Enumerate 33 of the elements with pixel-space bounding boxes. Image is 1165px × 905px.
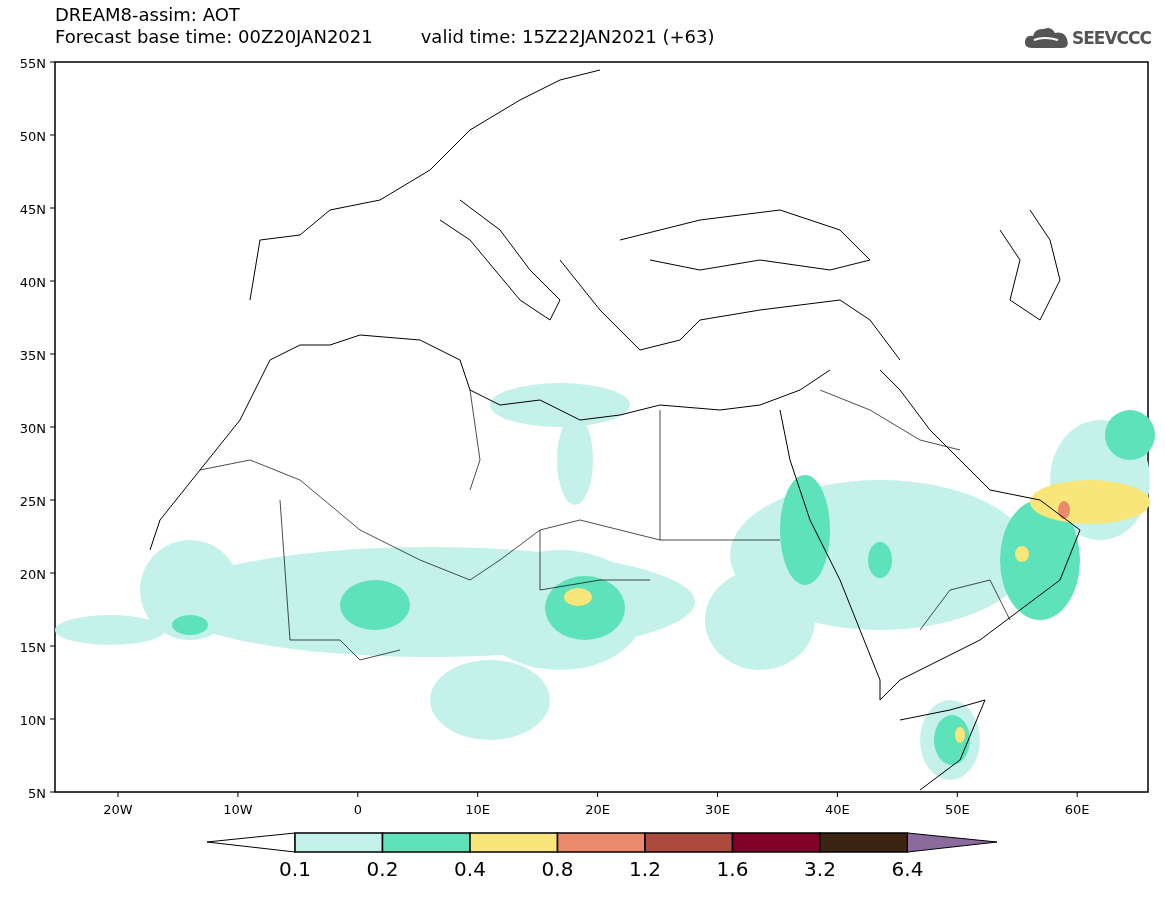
latitude-label: 30N: [19, 421, 46, 436]
chart-title: DREAM8-assim: AOT: [55, 4, 241, 26]
longitude-label: 20E: [585, 802, 610, 817]
base-time-label: Forecast base time: 00Z20JAN2021: [55, 26, 373, 48]
cloud-icon: [1023, 26, 1070, 50]
colorbar-label: 3.2: [804, 857, 836, 881]
latitude-label: 45N: [19, 202, 46, 217]
colorbar-label: 1.6: [716, 857, 749, 881]
longitude-label: 60E: [1064, 802, 1090, 817]
longitude-label: 0: [353, 802, 362, 817]
longitude-label: 50E: [944, 802, 970, 817]
latitude-label: 35N: [19, 348, 46, 363]
colorbar-label: 6.4: [891, 857, 924, 881]
colorbar-label: 0.2: [366, 857, 399, 881]
colorbar-label: 0.8: [541, 857, 574, 881]
latitude-label: 15N: [19, 640, 46, 655]
longitude-label: 40E: [825, 802, 850, 817]
longitude-label: 30E: [705, 802, 730, 817]
latitude-label: 55N: [19, 56, 46, 71]
colorbar-label: 1.2: [629, 857, 661, 881]
latitude-label: 10N: [19, 713, 46, 728]
valid-time-label: valid time: 15Z22JAN2021 (+63): [420, 26, 715, 48]
latitude-label: 5N: [28, 786, 46, 801]
latitude-label: 25N: [19, 494, 46, 509]
colorbar-label: 0.4: [454, 857, 486, 881]
latitude-label: 20N: [19, 567, 46, 582]
longitude-label: 20W: [103, 802, 133, 817]
latitude-label: 50N: [19, 129, 46, 144]
latitude-label: 40N: [19, 275, 46, 290]
colorbar-label: 0.1: [279, 857, 311, 881]
longitude-label: 10W: [223, 802, 253, 817]
longitude-label: 10E: [465, 802, 491, 817]
logo-text: SEEVCCC: [1071, 28, 1151, 48]
